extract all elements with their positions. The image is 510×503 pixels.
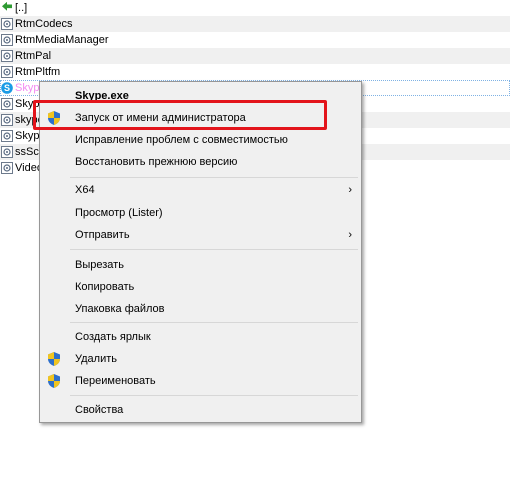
uac-shield-icon [48, 374, 60, 388]
menu-item-x64[interactable]: X64 › [40, 179, 361, 201]
menu-item-restore-version[interactable]: Восстановить прежнюю версию [40, 151, 361, 173]
file-row-parent[interactable]: [..] [0, 0, 510, 16]
menu-item-label: Исправление проблем с совместимостью [75, 134, 288, 146]
menu-separator [70, 395, 358, 396]
menu-item-create-shortcut[interactable]: Создать ярлык [40, 326, 361, 348]
up-folder-arrow-icon [2, 2, 12, 11]
menu-separator [70, 322, 358, 323]
menu-separator [70, 249, 358, 250]
file-dll-icon [1, 34, 13, 46]
file-name: RtmPal [15, 50, 52, 62]
skype-logo-icon: S [1, 82, 13, 94]
file-dll-icon [1, 130, 13, 142]
menu-separator [70, 177, 358, 178]
menu-item-properties[interactable]: Свойства [40, 399, 361, 421]
file-dll-icon [1, 114, 13, 126]
file-dll-icon [1, 162, 13, 174]
menu-item-label: Копировать [75, 281, 135, 293]
menu-item-compatibility[interactable]: Исправление проблем с совместимостью [40, 129, 361, 151]
menu-item-label: Вырезать [75, 259, 124, 271]
file-dll-icon [1, 50, 13, 62]
menu-item-rename[interactable]: Переименовать [40, 370, 361, 392]
menu-item-label: Просмотр (Lister) [75, 207, 163, 219]
menu-item-label: Восстановить прежнюю версию [75, 156, 238, 168]
annotation-highlight-box [33, 100, 327, 130]
file-dll-icon [1, 98, 13, 110]
menu-item-label: X64 [75, 184, 95, 196]
file-row[interactable]: RtmPal [0, 48, 510, 64]
menu-item-label: Удалить [75, 353, 117, 365]
menu-item-label: Отправить [75, 229, 130, 241]
menu-item-label: Создать ярлык [75, 331, 151, 343]
file-name: RtmMediaManager [15, 34, 109, 46]
menu-item-delete[interactable]: Удалить [40, 348, 361, 370]
file-dll-icon [1, 66, 13, 78]
context-menu: Skype.exe Запуск от имени администратора… [39, 81, 362, 423]
file-name: RtmPltfm [15, 66, 61, 78]
svg-text:S: S [4, 83, 10, 93]
menu-item-send-to[interactable]: Отправить › [40, 224, 361, 246]
file-dll-icon [1, 18, 13, 30]
chevron-right-icon: › [348, 184, 352, 196]
file-name: [..] [15, 2, 28, 14]
file-row[interactable]: RtmPltfm [0, 64, 510, 80]
file-name: RtmCodecs [15, 18, 73, 30]
menu-item-label: Переименовать [75, 375, 156, 387]
file-row[interactable]: RtmMediaManager [0, 32, 510, 48]
menu-item-cut[interactable]: Вырезать [40, 254, 361, 276]
menu-item-lister[interactable]: Просмотр (Lister) [40, 202, 361, 224]
menu-item-copy[interactable]: Копировать [40, 276, 361, 298]
uac-shield-icon [48, 352, 60, 366]
menu-item-label: Свойства [75, 404, 124, 416]
menu-item-pack-files[interactable]: Упаковка файлов [40, 298, 361, 320]
chevron-right-icon: › [348, 229, 352, 241]
file-row[interactable]: RtmCodecs [0, 16, 510, 32]
file-dll-icon [1, 146, 13, 158]
file-name: Skyp [15, 130, 40, 142]
menu-item-label: Упаковка файлов [75, 303, 165, 315]
